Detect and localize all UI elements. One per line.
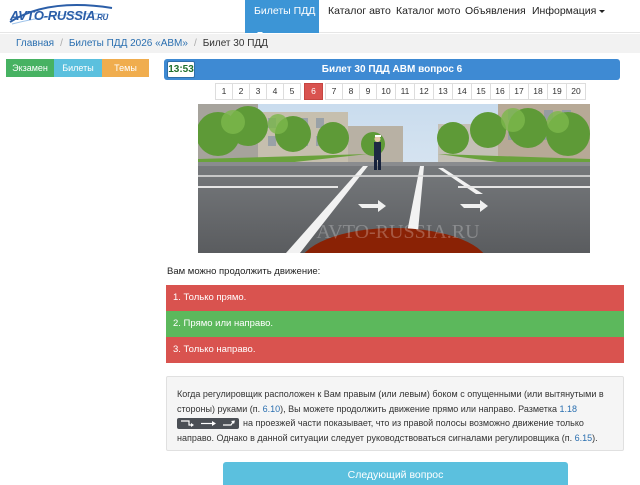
page-button[interactable]: 8 [342, 83, 360, 100]
tab-exam[interactable]: Экзамен [6, 59, 54, 77]
svg-text:AVTO-RUSSIA.RU: AVTO-RUSSIA.RU [316, 221, 480, 243]
answer-option-2[interactable]: 2. Прямо или направо. [166, 311, 624, 337]
page-button[interactable]: 17 [509, 83, 529, 100]
mode-tabs: Экзамен Билеты Темы [6, 59, 149, 77]
breadcrumb-home[interactable]: Главная [16, 38, 54, 49]
page-button[interactable]: 12 [414, 83, 434, 100]
page-button[interactable]: 3 [249, 83, 267, 100]
nav-info[interactable]: Информация [532, 0, 606, 33]
nav-tickets-pdd[interactable]: Билеты ПДД [245, 0, 319, 35]
nav-info-label: Информация [532, 5, 597, 17]
road-scene-image: AVTO-RUSSIA.RU [198, 104, 590, 253]
breadcrumb-separator: / [193, 38, 197, 49]
page-button[interactable]: 20 [566, 83, 586, 100]
top-navbar: AVTO-RUSSIA.RU Билеты ПДД Каталог авто К… [0, 0, 640, 35]
page-button[interactable]: 16 [490, 83, 510, 100]
nav-car-catalog[interactable]: Каталог авто [328, 0, 391, 33]
next-question-button[interactable]: Следующий вопрос [223, 462, 568, 485]
logo-text: AVTO-RUSSIA.RU [10, 8, 108, 23]
caret-down-icon [599, 9, 606, 13]
page-button[interactable]: 1 [215, 83, 233, 100]
question-image: AVTO-RUSSIA.RU [198, 104, 590, 253]
page-button-current[interactable]: 6 [304, 83, 323, 100]
page-button[interactable]: 10 [376, 83, 396, 100]
page-button[interactable]: 19 [547, 83, 567, 100]
question-pagination: 1 2 3 4 5 6 7 8 9 10 11 12 13 14 15 16 1… [215, 83, 586, 100]
page-button[interactable]: 4 [266, 83, 284, 100]
answer-option-1[interactable]: 1. Только прямо. [166, 285, 624, 311]
rule-link-6-10[interactable]: 6.10 [263, 404, 281, 414]
marking-link-1-18[interactable]: 1.18 [560, 404, 578, 414]
explanation-text: ). [592, 432, 598, 443]
breadcrumb-separator: / [60, 38, 63, 49]
page-button[interactable]: 9 [359, 83, 377, 100]
rule-link-6-15[interactable]: 6.15 [575, 433, 593, 443]
nav-tickets-label: Билеты ПДД [254, 5, 316, 17]
ticket-header: Билет 30 ПДД ABM вопрос 6 13:53 [164, 59, 620, 80]
page-button[interactable]: 13 [433, 83, 453, 100]
page-button[interactable]: 7 [325, 83, 343, 100]
timer: 13:53 [167, 61, 195, 78]
answer-option-3[interactable]: 3. Только направо. [166, 337, 624, 363]
nav-moto-catalog[interactable]: Каталог мото [396, 0, 460, 33]
explanation-text: ), Вы можете продолжить движение прямо и… [280, 403, 558, 414]
explanation-panel: Когда регулировщик расположен к Вам прав… [166, 376, 624, 451]
ticket-title: Билет 30 ПДД ABM вопрос 6 [321, 64, 463, 75]
page-button[interactable]: 5 [283, 83, 301, 100]
tab-topics[interactable]: Темы [102, 59, 149, 77]
tab-tickets[interactable]: Билеты [54, 59, 102, 77]
nav-classifieds[interactable]: Объявления [465, 0, 526, 33]
breadcrumb-tickets-2026[interactable]: Билеты ПДД 2026 «ABM» [69, 38, 188, 49]
breadcrumb-current: Билет 30 ПДД [202, 38, 268, 49]
page-button[interactable]: 2 [232, 83, 250, 100]
page-button[interactable]: 14 [452, 83, 472, 100]
road-marking-1-18-icon [177, 418, 239, 430]
breadcrumb: Главная / Билеты ПДД 2026 «ABM» / Билет 30 П… [0, 34, 640, 53]
page-button[interactable]: 11 [395, 83, 415, 100]
site-logo[interactable]: AVTO-RUSSIA.RU [8, 2, 118, 28]
page-button[interactable]: 18 [528, 83, 548, 100]
question-text: Вам можно продолжить движение: [167, 266, 321, 277]
page-button[interactable]: 15 [471, 83, 491, 100]
